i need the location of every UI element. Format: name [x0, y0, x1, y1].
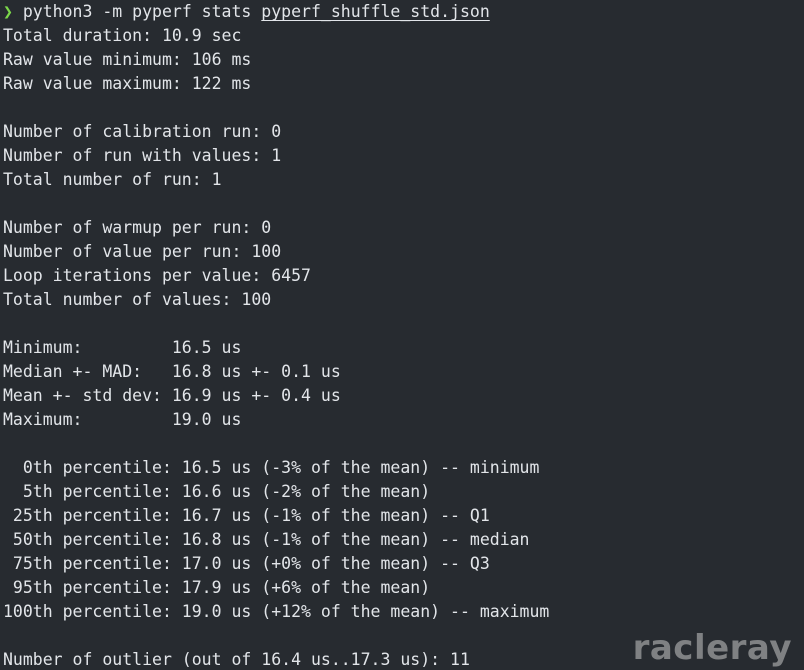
terminal-window[interactable]: ❯ python3 -m pyperf stats pyperf_shuffle… [0, 0, 804, 670]
output-line: Maximum: 19.0 us [3, 410, 242, 429]
watermark-logo: racleray [632, 628, 792, 668]
output-line: Total number of run: 1 [3, 170, 222, 189]
output-line: 100th percentile: 19.0 us (+12% of the m… [3, 602, 550, 621]
prompt-arrow-icon: ❯ [3, 2, 13, 21]
output-line: Number of calibration run: 0 [3, 122, 282, 141]
output-line: 25th percentile: 16.7 us (-1% of the mea… [3, 506, 490, 525]
output-line: Total duration: 10.9 sec [3, 26, 242, 45]
output-line: Raw value minimum: 106 ms [3, 50, 252, 69]
output-line: Minimum: 16.5 us [3, 338, 242, 357]
output-line: 95th percentile: 17.9 us (+6% of the mea… [3, 578, 431, 597]
output-line: 75th percentile: 17.0 us (+0% of the mea… [3, 554, 490, 573]
command-output: Total duration: 10.9 sec Raw value minimu… [3, 24, 804, 670]
output-line: 0th percentile: 16.5 us (-3% of the mean… [3, 458, 540, 477]
command-text: python3 -m pyperf stats [22, 2, 262, 21]
output-line: Median +- MAD: 16.8 us +- 0.1 us [3, 362, 341, 381]
output-line: Number of value per run: 100 [3, 242, 282, 261]
output-line: Mean +- std dev: 16.9 us +- 0.4 us [3, 386, 341, 405]
output-line: 50th percentile: 16.8 us (-1% of the mea… [3, 530, 530, 549]
output-line: Raw value maximum: 122 ms [3, 74, 252, 93]
output-line: Number of warmup per run: 0 [3, 218, 272, 237]
output-line: Loop iterations per value: 6457 [3, 266, 311, 285]
prompt-line: ❯ python3 -m pyperf stats pyperf_shuffle… [3, 0, 804, 24]
output-line: 5th percentile: 16.6 us (-2% of the mean… [3, 482, 431, 501]
command-file-arg: pyperf_shuffle_std.json [261, 2, 490, 21]
output-line: Number of run with values: 1 [3, 146, 282, 165]
output-line: Total number of values: 100 [3, 290, 272, 309]
